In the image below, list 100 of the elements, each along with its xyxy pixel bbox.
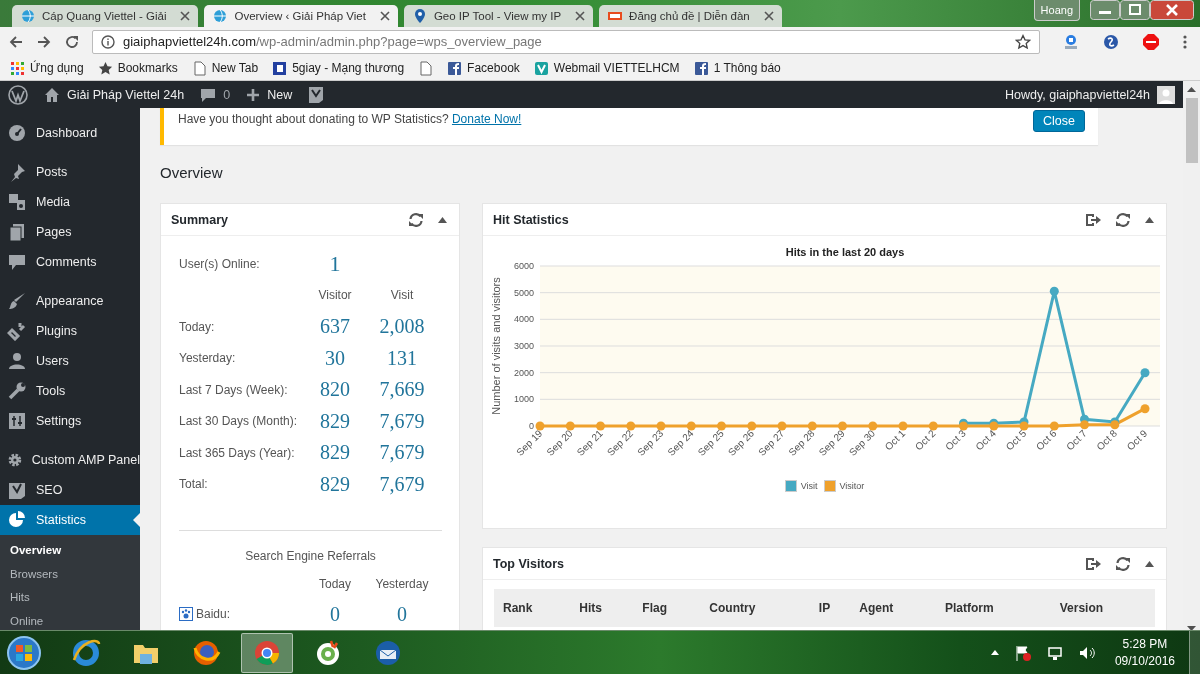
clock-date: 09/10/2016 xyxy=(1114,652,1175,670)
data-point xyxy=(1049,286,1059,296)
account-link[interactable]: Howdy, giaiphapviettel24h xyxy=(1005,85,1175,104)
column-header: Platform xyxy=(935,589,1051,627)
collapse-icon[interactable] xyxy=(1145,216,1154,223)
axis-tick-label: 4000 xyxy=(513,314,534,325)
bookmark[interactable]: Ứng dụng xyxy=(10,60,84,76)
more-icon[interactable] xyxy=(1182,33,1188,50)
legend-label: Visit xyxy=(800,481,818,491)
reload-icon[interactable] xyxy=(64,33,80,50)
axis-tick-label: Oct 7 xyxy=(1064,427,1089,453)
browser-tab[interactable]: Cáp Quang Viettel - Giải xyxy=(12,5,199,27)
profile-button[interactable]: Hoang xyxy=(1033,0,1080,21)
bookmark[interactable]: New Tab xyxy=(191,60,259,76)
stat-value: 30 xyxy=(324,346,346,370)
menu-item[interactable]: Posts xyxy=(0,157,140,187)
menu-item[interactable]: Media xyxy=(0,187,140,217)
axis-tick-label: 5000 xyxy=(513,287,534,298)
address-bar[interactable]: giaiphapviettel24h.com/wp-admin/admin.php?page=wps_overview_page xyxy=(92,29,1040,54)
clock[interactable]: 5:28 PM 09/10/2016 xyxy=(1114,635,1175,670)
menu-item[interactable]: Custom AMP Panel xyxy=(0,445,140,475)
menu-item[interactable]: Users xyxy=(0,346,140,376)
bookmark[interactable]: Facebook xyxy=(447,60,520,76)
menu-item[interactable]: Dashboard xyxy=(0,118,140,148)
site-name-link[interactable]: Giải Pháp Viettel 24h xyxy=(44,86,185,103)
flag-icon[interactable] xyxy=(1014,644,1031,661)
refresh-icon[interactable] xyxy=(408,211,424,228)
extension-icon[interactable] xyxy=(1062,32,1080,51)
data-point xyxy=(596,421,605,431)
submenu-item[interactable]: Online xyxy=(0,609,140,631)
submenu-item[interactable]: Hits xyxy=(0,586,140,610)
stat-value: 7,669 xyxy=(378,378,426,402)
submenu-item[interactable]: Overview xyxy=(0,539,140,563)
bookmark[interactable]: Webmail VIETTELHCM xyxy=(533,60,680,76)
export-icon[interactable] xyxy=(1085,556,1101,571)
extension-icon[interactable] xyxy=(1102,32,1120,51)
avatar-icon xyxy=(1157,85,1175,104)
axis-tick-label: Sep 21 xyxy=(574,427,605,458)
browser-tab[interactable]: Đăng chủ đề | Diễn đàn xyxy=(599,5,782,27)
minimize-icon[interactable] xyxy=(1090,0,1120,20)
axis-tick-label: Sep 24 xyxy=(665,427,696,458)
start-button-icon[interactable] xyxy=(6,634,42,671)
menu-item[interactable]: Plugins xyxy=(0,316,140,346)
network-icon[interactable] xyxy=(1046,644,1063,661)
column-header: Visitor xyxy=(317,288,353,303)
logo-icon[interactable] xyxy=(308,85,325,104)
new-link[interactable]: New xyxy=(246,87,293,102)
submenu-item[interactable]: Browsers xyxy=(0,562,140,586)
refresh-icon[interactable] xyxy=(1115,555,1131,572)
menu-item[interactable]: Tools xyxy=(0,376,140,406)
menu-item[interactable]: Statistics xyxy=(0,505,140,535)
export-icon[interactable] xyxy=(1085,212,1101,227)
data-point xyxy=(868,421,878,431)
close-icon[interactable] xyxy=(180,11,191,21)
menu-item[interactable]: Appearance xyxy=(0,286,140,316)
comments-link[interactable]: 0 xyxy=(200,86,231,103)
axis-tick-label: Sep 23 xyxy=(635,427,666,458)
maximize-icon[interactable] xyxy=(1120,0,1150,20)
menu-item[interactable]: SEO xyxy=(0,475,140,505)
close-icon[interactable] xyxy=(379,11,390,21)
logo-icon xyxy=(7,480,27,500)
stat-value: 1 xyxy=(328,250,342,277)
refresh-icon[interactable] xyxy=(1115,211,1131,228)
axis-tick-label: Oct 8 xyxy=(1094,427,1120,453)
sliders-icon xyxy=(7,411,27,431)
column-header: Flag xyxy=(633,589,701,627)
close-button[interactable]: Close xyxy=(1033,109,1085,132)
axis-tick-label: 1000 xyxy=(513,394,534,405)
close-icon[interactable] xyxy=(575,11,586,21)
scroll-thumb[interactable] xyxy=(1185,98,1198,163)
collapse-icon[interactable] xyxy=(1145,560,1154,567)
browser-tab[interactable]: Overview ‹ Giải Pháp Viet xyxy=(204,5,398,27)
scroll-up-icon[interactable] xyxy=(1187,87,1196,92)
donate-link[interactable]: Donate Now! xyxy=(451,112,522,126)
ad-blocker-icon[interactable] xyxy=(1142,32,1160,51)
menu-item[interactable]: Settings xyxy=(0,406,140,436)
axis-tick-label: 0 xyxy=(529,421,534,431)
axis-tick-label: Oct 1 xyxy=(882,427,908,453)
data-point xyxy=(656,421,666,431)
tray-expand-icon[interactable] xyxy=(990,650,999,655)
bookmark[interactable] xyxy=(418,60,434,76)
data-point xyxy=(1080,420,1089,430)
forward-icon[interactable] xyxy=(36,33,52,50)
wordpress-logo-icon[interactable] xyxy=(8,84,28,105)
bookmark[interactable]: Bookmarks xyxy=(97,60,178,76)
menu-item[interactable]: Comments xyxy=(0,247,140,277)
close-icon[interactable] xyxy=(763,11,774,21)
brush-icon xyxy=(7,291,27,311)
plus-icon xyxy=(246,87,261,102)
bookmark[interactable]: 1 Thông báo xyxy=(693,60,781,76)
chrome-browser-icon[interactable] xyxy=(241,632,293,673)
menu-item[interactable]: Pages xyxy=(0,217,140,247)
bookmark[interactable]: 5giay - Mạng thương xyxy=(272,60,405,76)
collapse-icon[interactable] xyxy=(438,216,447,223)
back-icon[interactable] xyxy=(8,33,24,50)
data-point xyxy=(928,421,938,431)
browser-tab[interactable]: Geo IP Tool - View my IP xyxy=(403,5,594,27)
data-point xyxy=(898,421,908,431)
star-icon[interactable] xyxy=(1015,33,1031,50)
stat-label: Today: xyxy=(179,319,216,334)
